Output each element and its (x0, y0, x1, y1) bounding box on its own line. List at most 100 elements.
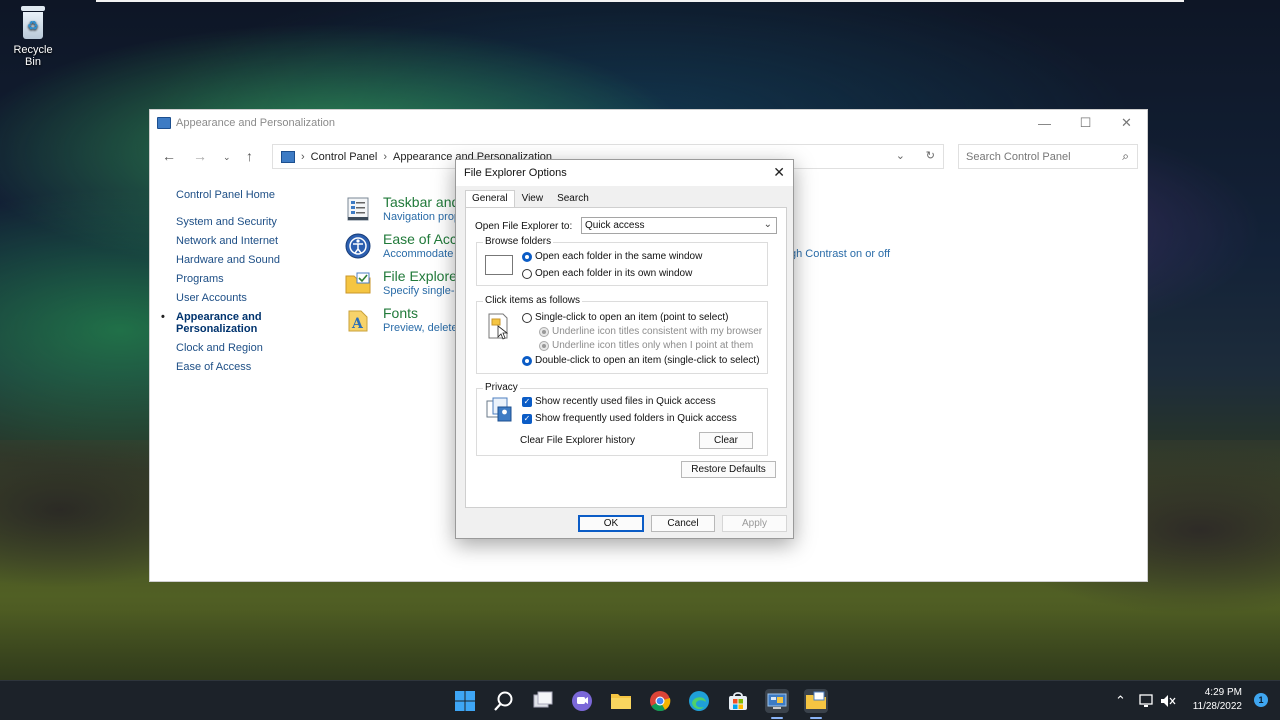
open-to-select[interactable]: Quick access ⌄ (581, 217, 777, 234)
dialog-tabs: General View Search (465, 190, 596, 207)
privacy-icon (486, 397, 512, 422)
volume-muted-icon[interactable] (1160, 694, 1176, 708)
top-edge-strip (96, 0, 1184, 2)
sidebar-item-home[interactable]: Control Panel Home (176, 189, 280, 201)
store-icon[interactable] (726, 689, 750, 713)
running-indicator (771, 717, 783, 719)
dialog-close-icon[interactable]: ✕ (773, 164, 785, 181)
sidebar-item-user-accounts[interactable]: User Accounts (176, 292, 280, 304)
chrome-icon[interactable] (648, 689, 672, 713)
folder-options-taskbar-icon[interactable] (804, 689, 828, 713)
dialog-titlebar[interactable]: File Explorer Options (456, 160, 793, 186)
file-explorer-icon[interactable] (609, 689, 633, 713)
privacy-group: Privacy ✓ Show recently used files in Qu… (476, 382, 768, 456)
address-dropdown-chevron-icon[interactable]: ⌄ (896, 149, 905, 162)
control-panel-icon (281, 150, 295, 163)
category-title[interactable]: Ease of Acce (383, 231, 465, 247)
category-title[interactable]: File Explorer (383, 268, 462, 284)
close-button[interactable]: ✕ (1106, 110, 1147, 136)
option-same-window[interactable]: Open each folder in the same window (535, 251, 702, 262)
category-sub[interactable]: Accommodate (383, 248, 453, 260)
category-sub[interactable]: Specify single- c (383, 285, 463, 297)
ease-of-access-icon (345, 233, 371, 259)
edge-icon[interactable] (687, 689, 711, 713)
option-frequent-folders[interactable]: Show frequently used folders in Quick ac… (535, 413, 737, 424)
window-title: Appearance and Personalization (176, 117, 336, 129)
breadcrumb-control-panel[interactable]: Control Panel (311, 151, 378, 163)
cancel-button[interactable]: Cancel (651, 515, 715, 532)
open-to-label: Open File Explorer to: (475, 221, 573, 232)
restore-defaults-button[interactable]: Restore Defaults (681, 461, 776, 478)
option-double-click[interactable]: Double-click to open an item (single-cli… (535, 355, 760, 366)
forward-arrow-icon[interactable]: → (193, 148, 207, 164)
sidebar-item-appearance[interactable]: Appearance and Personalization (161, 311, 280, 335)
category-sub[interactable]: Navigation prop (383, 211, 460, 223)
radio-double-click[interactable] (522, 356, 532, 366)
sidebar-item-network[interactable]: Network and Internet (176, 235, 280, 247)
checkbox-frequent-folders[interactable]: ✓ (522, 414, 532, 424)
option-own-window[interactable]: Open each folder in its own window (535, 268, 692, 279)
ok-button[interactable]: OK (578, 515, 644, 532)
radio-single-click[interactable] (522, 313, 532, 323)
start-windows-icon[interactable] (453, 689, 477, 713)
breadcrumb-separator: › (383, 150, 387, 163)
category-sub[interactable]: Preview, delete, (383, 322, 461, 334)
breadcrumb-separator: › (301, 150, 305, 163)
browse-folders-group: Browse folders Open each folder in the s… (476, 236, 768, 286)
sidebar-active-line1: Appearance and (176, 311, 262, 323)
radio-underline-point[interactable] (539, 341, 549, 351)
back-arrow-icon[interactable]: ← (162, 148, 176, 164)
sidebar-item-system-security[interactable]: System and Security (176, 216, 280, 228)
search-icon[interactable] (492, 689, 516, 713)
desktop-icon-recycle-bin[interactable]: ♻ Recycle Bin (4, 6, 62, 68)
click-pointer-icon (488, 313, 509, 340)
notification-badge[interactable]: 1 (1254, 693, 1268, 707)
clock-date: 11/28/2022 (1192, 701, 1242, 712)
search-placeholder: Search Control Panel (966, 150, 1071, 163)
folder-options-icon (345, 272, 371, 294)
sidebar-item-clock-region[interactable]: Clock and Region (176, 342, 280, 354)
refresh-icon[interactable]: ↻ (926, 149, 935, 162)
option-underline-point[interactable]: Underline icon titles only when I point … (552, 340, 753, 351)
category-title[interactable]: Taskbar and (383, 194, 459, 210)
control-panel-taskbar-icon[interactable] (765, 689, 789, 713)
recent-locations-chevron-icon[interactable]: ⌄ (223, 152, 231, 163)
click-items-group: Click items as follows Single-click to o… (476, 295, 768, 374)
option-underline-browser[interactable]: Underline icon titles consistent with my… (552, 326, 762, 337)
option-single-click[interactable]: Single-click to open an item (point to s… (535, 312, 728, 323)
sidebar-item-programs[interactable]: Programs (176, 273, 280, 285)
checkbox-recent-files[interactable]: ✓ (522, 397, 532, 407)
radio-own-window[interactable] (522, 269, 532, 279)
sidebar-active-line2: Personalization (176, 323, 258, 335)
apply-button[interactable]: Apply (722, 515, 787, 532)
click-items-title: Click items as follows (483, 295, 583, 306)
tab-view[interactable]: View (515, 190, 551, 207)
radio-same-window[interactable] (522, 252, 532, 262)
network-icon[interactable] (1139, 694, 1155, 708)
general-tab-page: Open File Explorer to: Quick access ⌄ Br… (465, 207, 787, 508)
search-icon: ⌕ (1122, 149, 1129, 163)
dialog-title: File Explorer Options (464, 167, 567, 179)
clear-button[interactable]: Clear (699, 432, 753, 449)
radio-underline-browser[interactable] (539, 327, 549, 337)
option-recent-files[interactable]: Show recently used files in Quick access (535, 396, 716, 407)
browse-window-icon (485, 255, 513, 275)
task-view-icon[interactable] (531, 689, 555, 713)
high-contrast-link[interactable]: gh Contrast on or off (790, 248, 890, 260)
file-explorer-options-dialog: File Explorer Options ✕ General View Sea… (455, 159, 794, 539)
search-input[interactable]: Search Control Panel ⌕ (958, 144, 1138, 169)
up-arrow-icon[interactable]: ↑ (246, 148, 253, 164)
browse-folders-title: Browse folders (483, 236, 554, 247)
system-clock[interactable]: 4:29 PM 11/28/2022 (1193, 686, 1242, 714)
show-hidden-icons-chevron[interactable]: ⌃ (1115, 681, 1126, 720)
maximize-button[interactable]: ☐ (1065, 110, 1106, 136)
control-panel-titlebar[interactable]: Appearance and Personalization (150, 110, 1147, 136)
category-title[interactable]: Fonts (383, 305, 418, 321)
recycle-bin-icon: ♻ (18, 6, 48, 40)
chat-icon[interactable] (570, 689, 594, 713)
sidebar-item-ease-access[interactable]: Ease of Access (176, 361, 280, 373)
sidebar-item-hardware[interactable]: Hardware and Sound (176, 254, 280, 266)
minimize-button[interactable]: — (1024, 110, 1065, 136)
tab-search[interactable]: Search (550, 190, 596, 207)
tab-general[interactable]: General (465, 190, 515, 207)
